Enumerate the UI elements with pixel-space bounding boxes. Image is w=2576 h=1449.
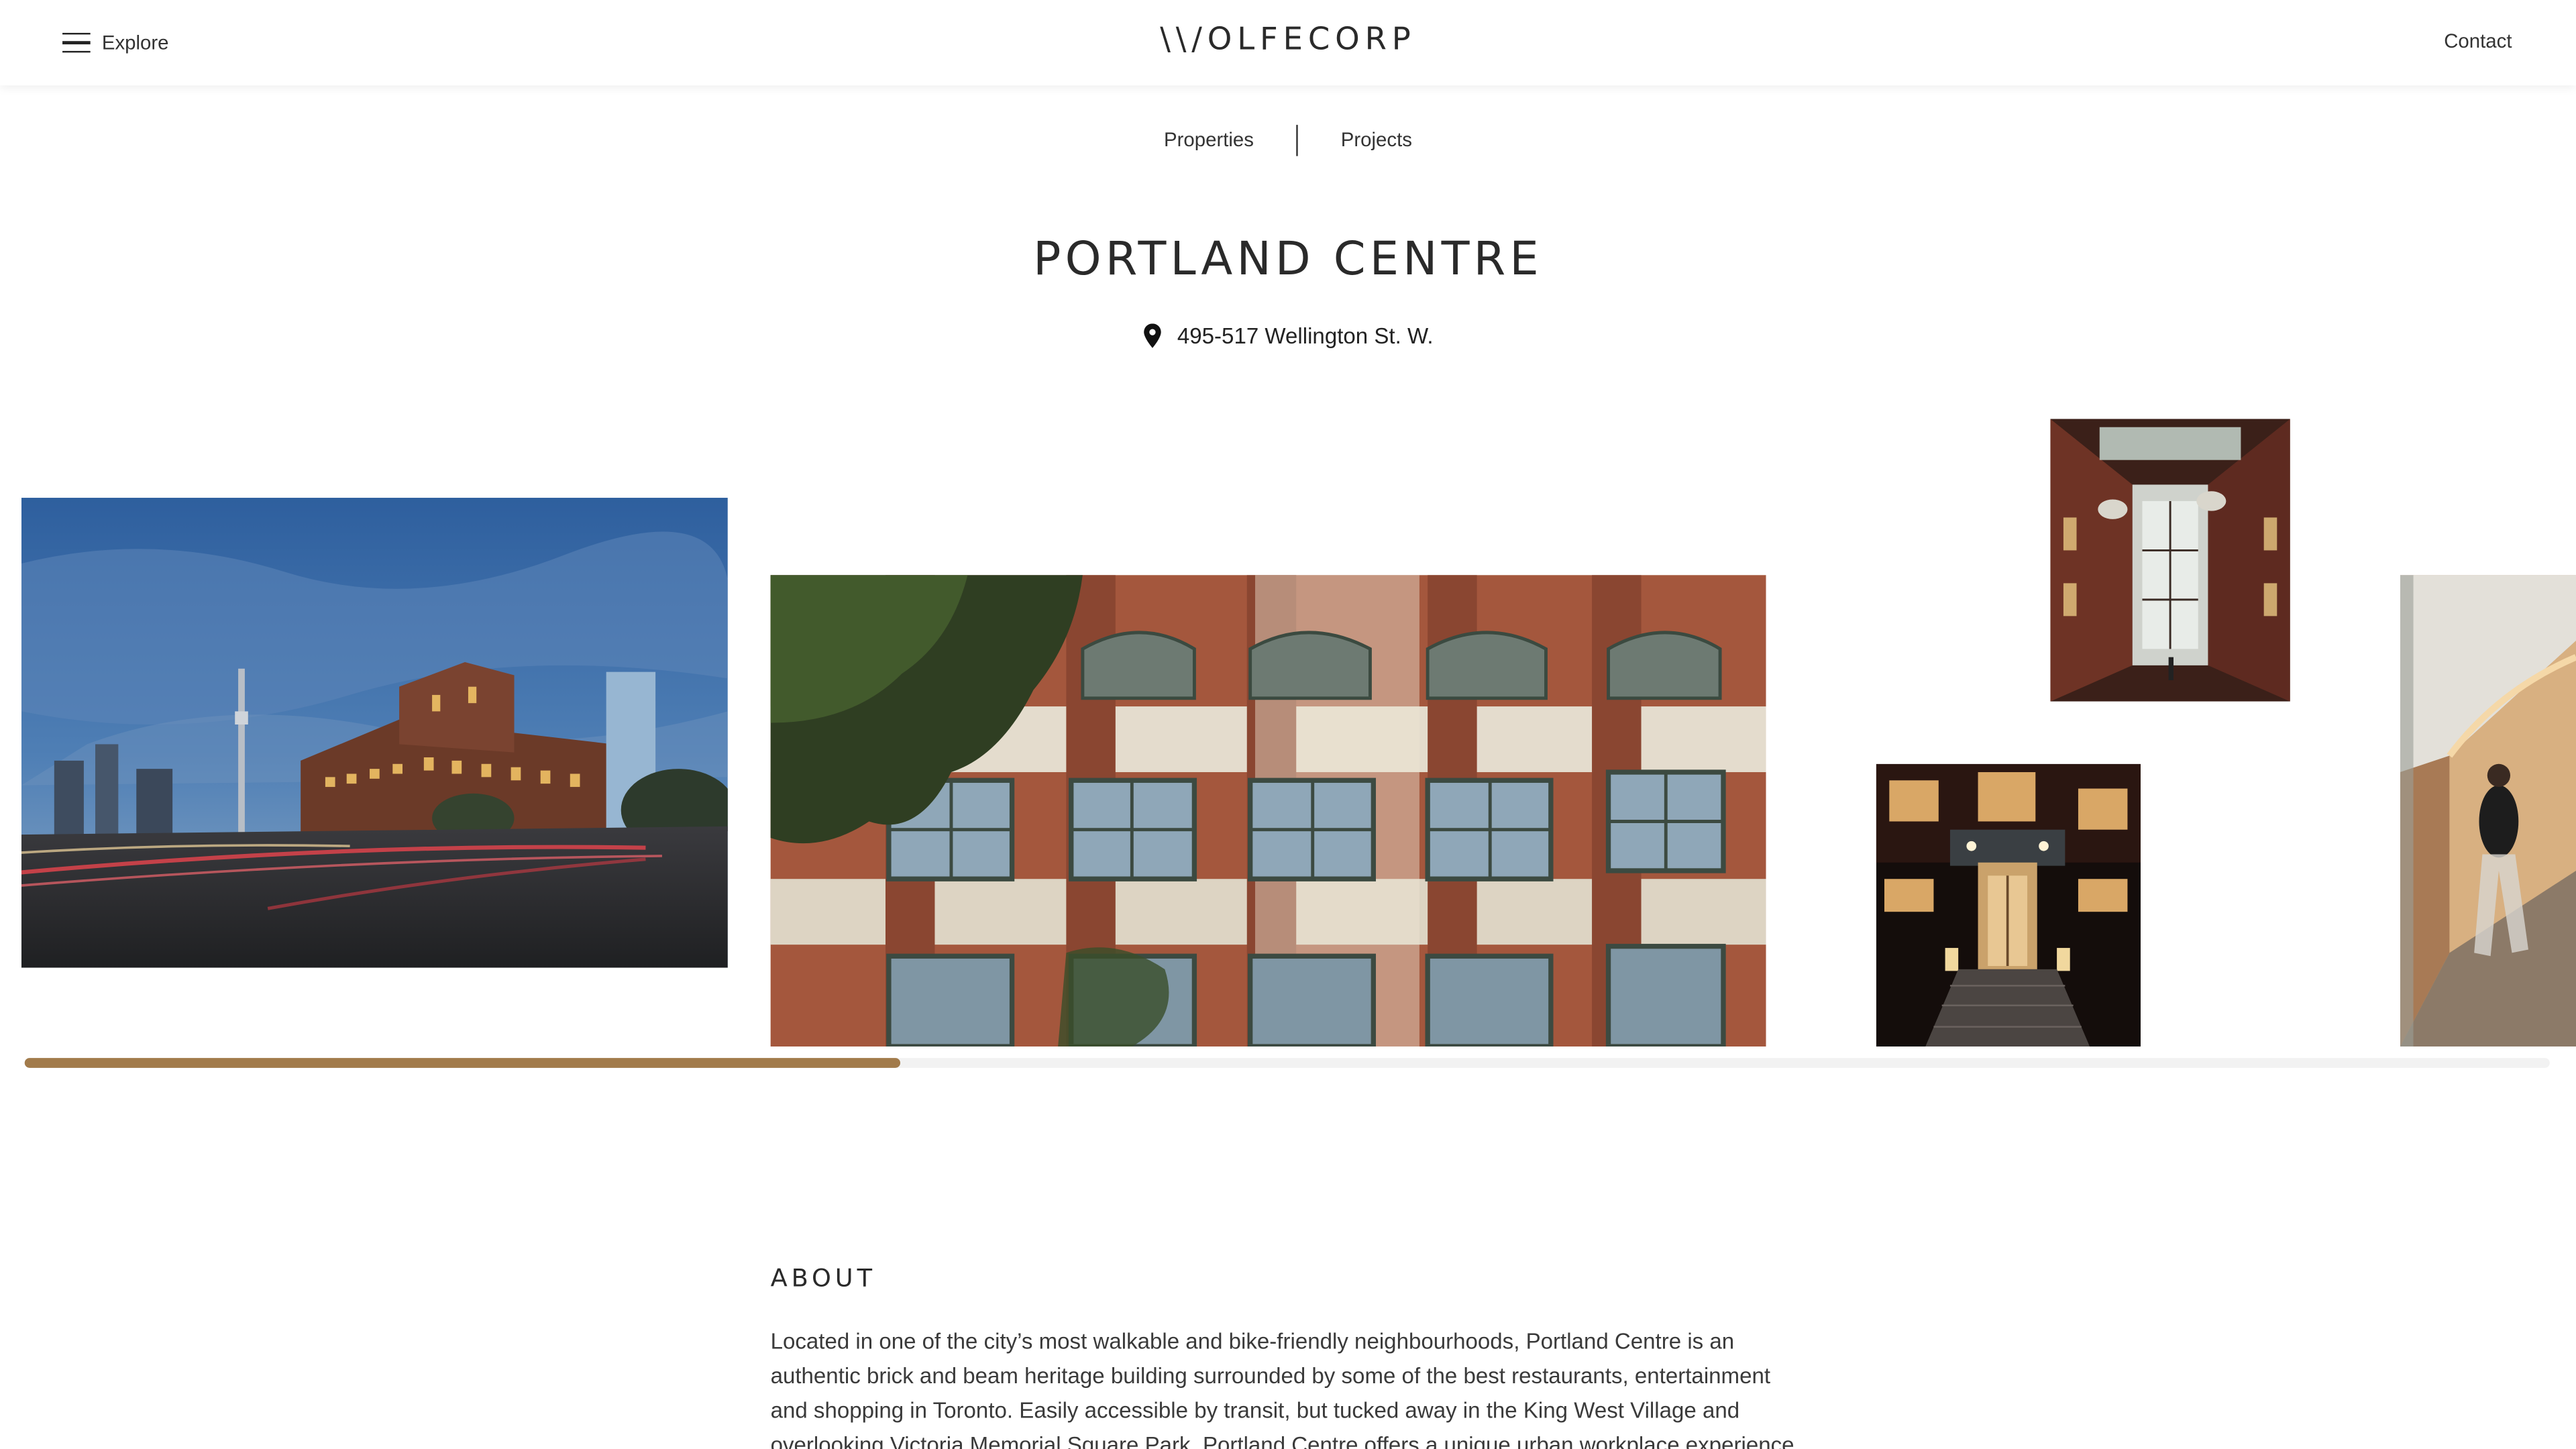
map-pin-icon <box>1143 323 1161 347</box>
property-address: 495-517 Wellington St. W. <box>0 321 2576 350</box>
atrium-interior-photo[interactable] <box>2050 419 2290 702</box>
contact-link[interactable]: Contact <box>2444 30 2512 52</box>
gallery-scroll-thumb[interactable] <box>24 1058 901 1068</box>
property-title: PORTLAND CENTRE <box>1033 231 1543 286</box>
subnav-projects-link[interactable]: Projects <box>1341 128 1412 151</box>
site-logo[interactable]: \\/OLFECORP <box>0 21 2576 58</box>
subnav-properties-link[interactable]: Properties <box>1164 128 1254 151</box>
site-header: Explore \\/OLFECORP Contact <box>0 0 2576 86</box>
about-text: Located in one of the city’s most walkab… <box>770 1329 1801 1449</box>
address-text: 495-517 Wellington St. W. <box>1177 323 1434 347</box>
subnav-divider <box>1296 123 1299 156</box>
sub-navigation: Properties Projects <box>0 123 2576 156</box>
about-heading: ABOUT <box>770 1263 876 1293</box>
exterior-dusk-photo[interactable] <box>21 498 728 968</box>
brick-facade-photo[interactable] <box>770 575 1766 1047</box>
page: Explore \\/OLFECORP Contact Properties P… <box>0 0 2576 1449</box>
entrance-night-photo[interactable] <box>1876 763 2141 1047</box>
hallway-person-photo[interactable] <box>2400 575 2576 1047</box>
